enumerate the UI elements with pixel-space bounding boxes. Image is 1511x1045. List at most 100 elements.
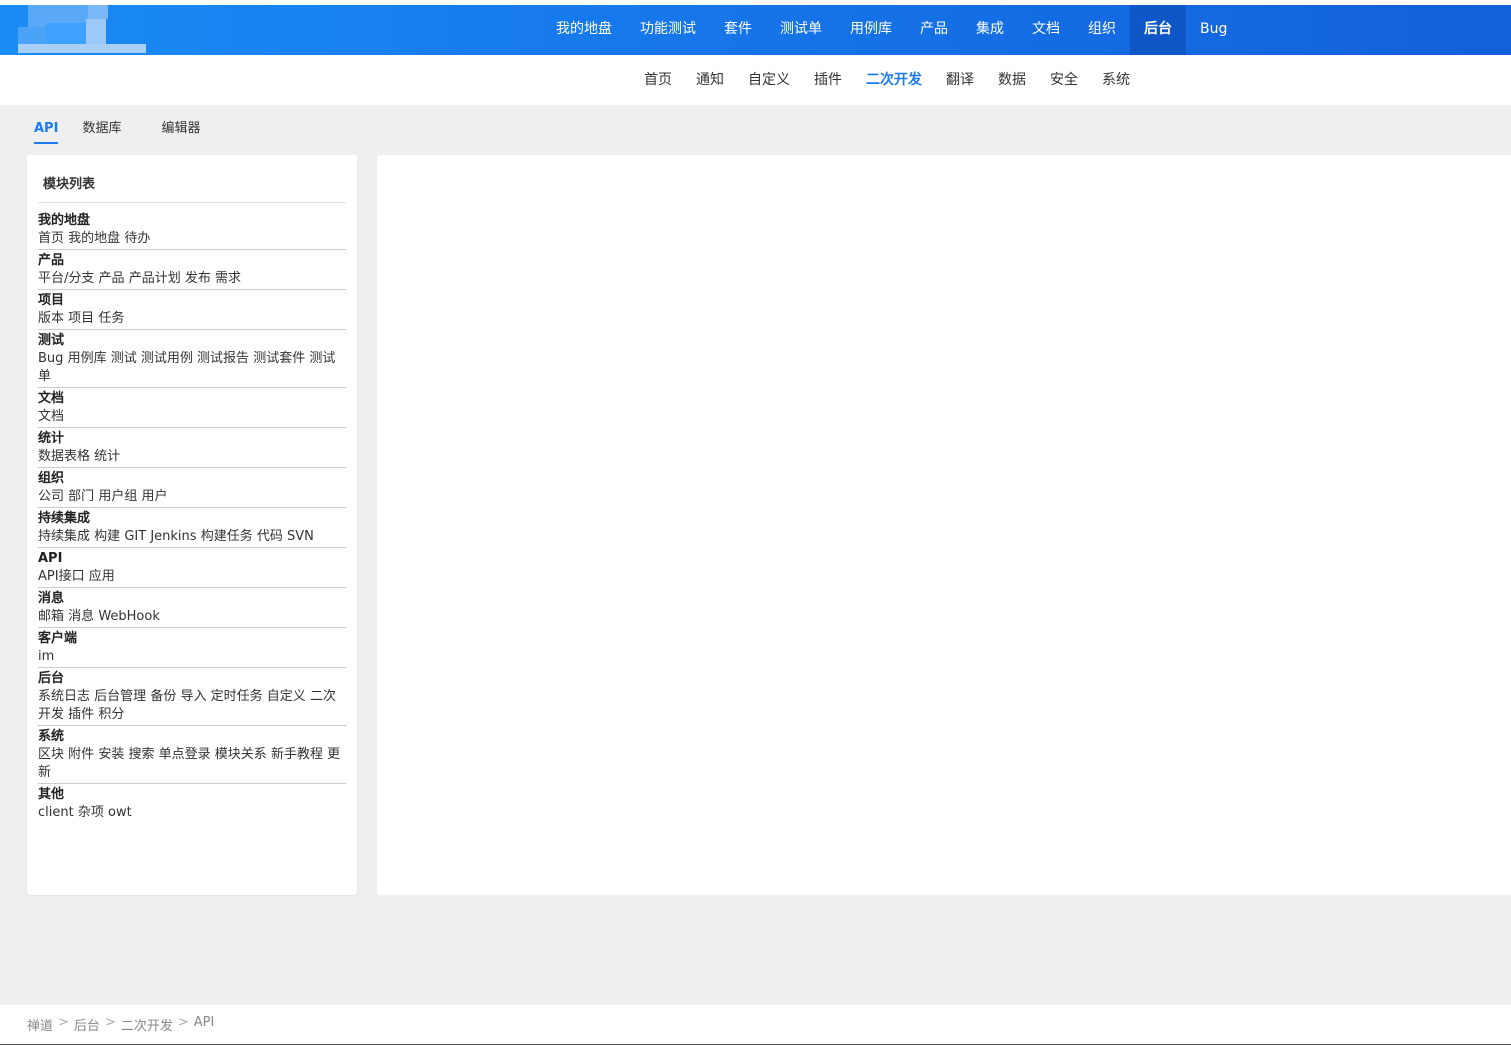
module-link[interactable]: 测试套件: [253, 351, 305, 366]
module-link[interactable]: 代码: [257, 529, 283, 544]
main-nav-item[interactable]: 集成: [962, 5, 1018, 55]
module-link[interactable]: im: [38, 649, 54, 664]
breadcrumb-item: API: [193, 1015, 215, 1030]
module-link[interactable]: 用例库: [68, 351, 107, 366]
module-group-links: 首页 我的地盘 待办: [38, 230, 346, 248]
module-link[interactable]: 构建任务: [201, 529, 253, 544]
main-nav-item[interactable]: 用例库: [836, 5, 906, 55]
module-group-links: 公司 部门 用户组 用户: [38, 488, 346, 506]
tab-item[interactable]: API: [26, 119, 59, 144]
module-link[interactable]: 构建: [94, 529, 120, 544]
module-link[interactable]: 测试报告: [197, 351, 249, 366]
module-link[interactable]: 定时任务: [211, 689, 263, 704]
module-link[interactable]: 任务: [98, 311, 124, 326]
module-group-title: 后台: [38, 671, 65, 686]
panel-title: 模块列表: [43, 177, 96, 192]
module-link[interactable]: 单点登录: [159, 747, 211, 762]
module-group-title: 项目: [38, 293, 65, 308]
module-link[interactable]: 用户组: [98, 489, 137, 504]
module-link[interactable]: 测试: [111, 351, 137, 366]
module-link[interactable]: 我的地盘: [68, 231, 120, 246]
module-link[interactable]: 搜索: [128, 747, 154, 762]
module-link[interactable]: API接口: [38, 569, 85, 584]
module-link[interactable]: 持续集成: [38, 529, 90, 544]
sub-nav-item[interactable]: 自定义: [736, 55, 802, 105]
module-link[interactable]: 消息: [68, 609, 94, 624]
main-nav-item[interactable]: 功能测试: [626, 5, 710, 55]
module-link[interactable]: 系统日志: [38, 689, 90, 704]
module-link[interactable]: 模块关系: [215, 747, 267, 762]
module-group: 统计 数据表格 统计: [38, 428, 346, 468]
module-link[interactable]: 用户: [141, 489, 167, 504]
sub-nav-item[interactable]: 数据: [986, 55, 1038, 105]
module-link[interactable]: 备份: [150, 689, 176, 704]
module-link[interactable]: 公司: [38, 489, 64, 504]
logo[interactable]: [18, 5, 146, 53]
module-link[interactable]: 应用: [89, 569, 115, 584]
module-link[interactable]: owt: [108, 805, 132, 820]
module-link[interactable]: 待办: [124, 231, 150, 246]
module-link[interactable]: 积分: [98, 707, 124, 722]
sub-nav-item[interactable]: 安全: [1038, 55, 1090, 105]
module-link[interactable]: 杂项: [78, 805, 104, 820]
module-group-title: 产品: [38, 253, 65, 268]
module-link[interactable]: 自定义: [267, 689, 306, 704]
module-link[interactable]: 安装: [98, 747, 124, 762]
sub-nav-item[interactable]: 二次开发: [854, 55, 934, 105]
module-link[interactable]: 导入: [180, 689, 206, 704]
module-link[interactable]: 插件: [68, 707, 94, 722]
module-link[interactable]: client: [38, 805, 74, 820]
sub-navbar: 首页 通知 自定义 插件 二次开发 翻译 数据 安全 系统: [0, 55, 1511, 105]
module-link[interactable]: 发布: [185, 271, 211, 286]
module-link[interactable]: GIT: [124, 529, 146, 544]
module-group: 系统 区块 附件 安装 搜索 单点登录 模块关系 新手教程 更新: [38, 726, 346, 784]
sub-menu: 首页 通知 自定义 插件 二次开发 翻译 数据 安全 系统: [632, 55, 1142, 105]
module-link[interactable]: SVN: [287, 529, 314, 544]
module-group-links: API接口 应用: [38, 568, 346, 586]
main-nav-item[interactable]: 组织: [1074, 5, 1130, 55]
sub-nav-item[interactable]: 系统: [1090, 55, 1142, 105]
sub-nav-item[interactable]: 翻译: [934, 55, 986, 105]
main-nav-item[interactable]: 文档: [1018, 5, 1074, 55]
breadcrumb-separator: >: [104, 1015, 116, 1030]
module-link[interactable]: 部门: [68, 489, 94, 504]
tab-bar: API 数据库 编辑器: [26, 119, 232, 144]
module-link[interactable]: 需求: [215, 271, 241, 286]
module-link[interactable]: 邮箱: [38, 609, 64, 624]
sub-nav-item[interactable]: 首页: [632, 55, 684, 105]
main-nav-item[interactable]: 套件: [710, 5, 766, 55]
main-nav-item[interactable]: 我的地盘: [542, 5, 626, 55]
module-link[interactable]: Bug: [38, 351, 63, 366]
module-link[interactable]: WebHook: [98, 609, 160, 624]
main-nav-item[interactable]: 产品: [906, 5, 962, 55]
module-group-title: 持续集成: [38, 511, 91, 526]
module-group-links: Bug 用例库 测试 测试用例 测试报告 测试套件 测试单: [38, 350, 346, 386]
module-link[interactable]: 新手教程: [271, 747, 323, 762]
module-link[interactable]: 项目: [68, 311, 94, 326]
module-link[interactable]: 平台/分支: [38, 271, 94, 286]
module-link[interactable]: 版本: [38, 311, 64, 326]
module-link[interactable]: 统计: [94, 449, 120, 464]
module-link[interactable]: 产品: [99, 271, 125, 286]
main-nav-item[interactable]: Bug: [1186, 5, 1241, 55]
module-link[interactable]: 产品计划: [129, 271, 181, 286]
module-link[interactable]: 区块: [38, 747, 64, 762]
module-link[interactable]: 文档: [38, 409, 64, 424]
module-link[interactable]: 测试用例: [141, 351, 193, 366]
module-link[interactable]: 首页: [38, 231, 64, 246]
tab-item[interactable]: 编辑器: [153, 119, 208, 144]
breadcrumb-item[interactable]: 二次开发: [121, 1015, 173, 1034]
sub-nav-item[interactable]: 通知: [684, 55, 736, 105]
module-link[interactable]: 数据表格: [38, 449, 90, 464]
main-nav-item[interactable]: 测试单: [766, 5, 836, 55]
sub-nav-item[interactable]: 插件: [802, 55, 854, 105]
breadcrumb-item[interactable]: 禅道: [27, 1015, 53, 1034]
module-group-links: 平台/分支 产品 产品计划 发布 需求: [38, 270, 346, 288]
tab-item[interactable]: 数据库: [74, 119, 129, 144]
module-group: 后台 系统日志 后台管理 备份 导入 定时任务 自定义 二次开发 插件 积分: [38, 668, 346, 726]
module-link[interactable]: 后台管理: [94, 689, 146, 704]
module-link[interactable]: 附件: [68, 747, 94, 762]
module-link[interactable]: Jenkins: [150, 529, 196, 544]
main-nav-item[interactable]: 后台: [1130, 5, 1186, 55]
breadcrumb-item[interactable]: 后台: [74, 1015, 100, 1034]
